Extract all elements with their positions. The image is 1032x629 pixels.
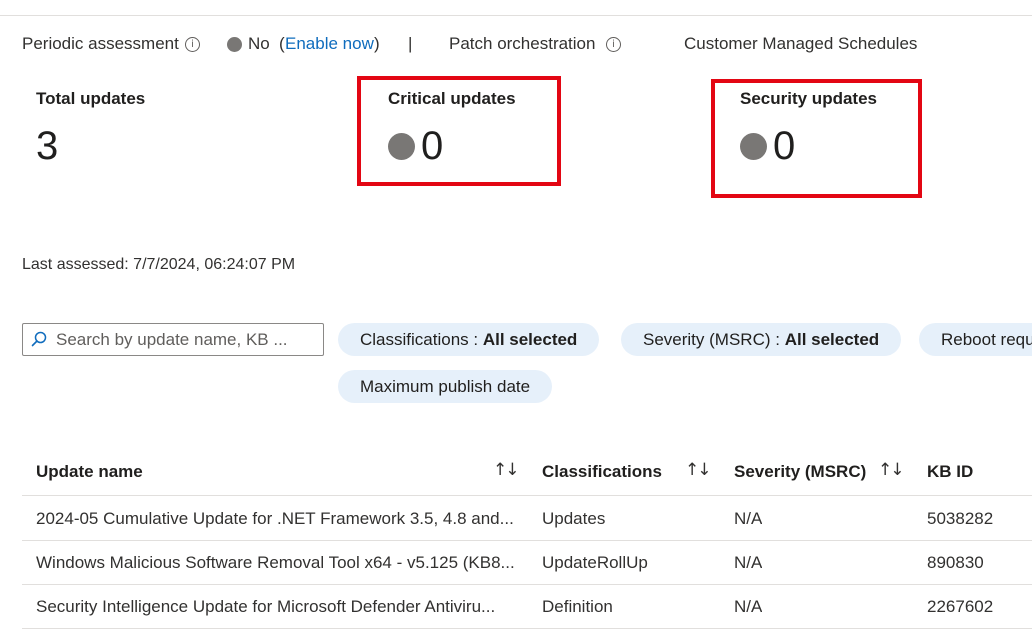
patch-orchestration-value: Customer Managed Schedules [684, 34, 918, 53]
separator: | [408, 34, 413, 53]
filter-label: Severity (MSRC) : [643, 330, 785, 349]
open-paren: ( [279, 34, 285, 53]
cell-classification: Updates [542, 509, 606, 528]
top-cutoff-strip [0, 0, 1032, 16]
search-box[interactable] [22, 323, 324, 356]
total-updates-title: Total updates [36, 89, 146, 108]
filter-severity[interactable]: Severity (MSRC) : All selected [621, 323, 902, 356]
critical-updates-value: 0 [421, 124, 444, 168]
filter-reboot-required[interactable]: Reboot requ [919, 323, 1032, 356]
filter-value: All selected [784, 330, 880, 349]
last-assessed: Last assessed: 7/7/2024, 06:24:07 PM [22, 256, 296, 273]
column-severity[interactable]: Severity (MSRC) [734, 462, 866, 482]
total-updates-value: 3 [36, 124, 59, 168]
critical-updates-title: Critical updates [388, 89, 516, 108]
cell-kb-id: 2267602 [927, 597, 994, 616]
status-dot-icon [388, 132, 415, 160]
patch-orchestration-label: Patch orchestration [449, 34, 596, 53]
filter-maximum-publish-date[interactable]: Maximum publish date [338, 370, 553, 403]
filter-classifications[interactable]: Classifications : All selected [338, 323, 600, 356]
critical-updates-value-wrap: 0 [388, 124, 443, 168]
cell-classification: UpdateRollUp [542, 553, 648, 572]
filter-label: Maximum publish date [360, 377, 531, 396]
sort-icon[interactable]: ↑↓ [685, 460, 711, 480]
column-update-name[interactable]: Update name [36, 462, 143, 482]
sort-icon[interactable]: ↑↓ [878, 460, 904, 480]
periodic-assessment-label: Periodic assessment [22, 34, 179, 53]
search-input[interactable] [56, 328, 316, 351]
filter-label: Reboot requ [941, 330, 1032, 349]
info-icon[interactable]: i [606, 37, 621, 52]
column-kb-id[interactable]: KB ID [927, 462, 973, 482]
security-updates-value: 0 [773, 124, 796, 168]
enable-now-link[interactable]: Enable now [285, 33, 374, 55]
cell-kb-id: 5038282 [927, 509, 994, 528]
close-paren: ) [374, 34, 380, 53]
security-updates-title: Security updates [740, 89, 877, 108]
cell-severity: N/A [734, 553, 763, 572]
cell-kb-id: 890830 [927, 553, 984, 572]
status-dot-icon [227, 37, 242, 52]
cell-severity: N/A [734, 509, 763, 528]
column-classifications[interactable]: Classifications [542, 462, 662, 482]
table-row[interactable]: Security Intelligence Update for Microso… [22, 584, 1032, 629]
cell-update-name[interactable]: Windows Malicious Software Removal Tool … [36, 553, 528, 573]
security-updates-value-wrap: 0 [740, 124, 795, 168]
sort-icon[interactable]: ↑↓ [493, 460, 519, 480]
search-icon [31, 331, 47, 347]
cell-update-name[interactable]: Security Intelligence Update for Microso… [36, 597, 528, 617]
table-row[interactable]: 2024-05 Cumulative Update for .NET Frame… [22, 496, 1032, 541]
cell-update-name[interactable]: 2024-05 Cumulative Update for .NET Frame… [36, 509, 528, 529]
status-dot-icon [740, 132, 767, 160]
filter-value: All selected [482, 330, 578, 349]
cell-classification: Definition [542, 597, 613, 616]
cell-severity: N/A [734, 597, 763, 616]
periodic-assessment-status: No [248, 34, 270, 53]
table-row[interactable]: Windows Malicious Software Removal Tool … [22, 540, 1032, 585]
info-icon[interactable]: i [185, 37, 200, 52]
table-header: Update name ↑↓ Classifications ↑↓ Severi… [22, 450, 1032, 496]
filter-label: Classifications : [360, 330, 483, 349]
